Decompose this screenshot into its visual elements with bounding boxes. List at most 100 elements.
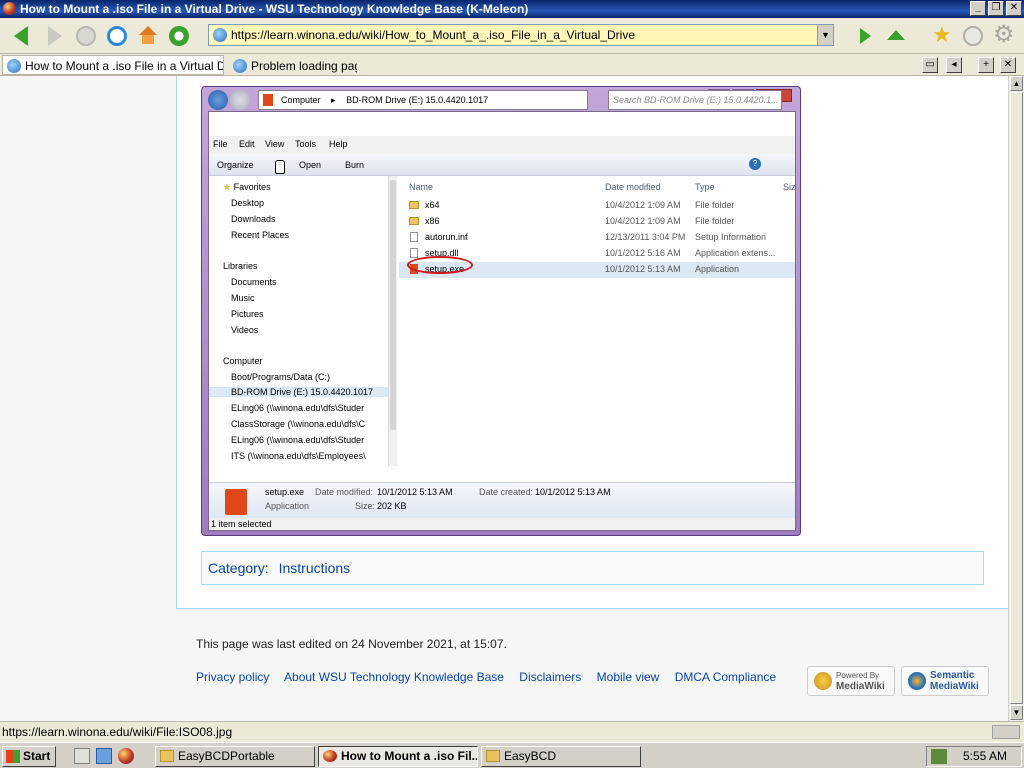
close-tab-icon[interactable]: ✕ bbox=[1000, 57, 1016, 73]
ex-menu-edit: Edit bbox=[239, 139, 255, 149]
network-icon[interactable] bbox=[931, 749, 947, 764]
ex-col-type: Type bbox=[695, 182, 715, 192]
clock: 5:55 AM bbox=[962, 749, 1007, 763]
mobile-view-link[interactable]: Mobile view bbox=[597, 670, 660, 684]
ex-nav-item: Videos bbox=[231, 325, 259, 335]
ex-forward-icon bbox=[230, 90, 250, 110]
ex-nav-item: Boot/Programs/Data (C:) bbox=[231, 372, 331, 382]
file-icon bbox=[410, 248, 418, 258]
tab-label: How to Mount a .iso File in a Virtual Dr… bbox=[25, 59, 224, 73]
ex-col-name: Name bbox=[409, 182, 434, 192]
stop-icon[interactable] bbox=[74, 24, 98, 48]
ex-navigation-pane: ★ Favorites Desktop Downloads Recent Pla… bbox=[209, 176, 389, 466]
dmca-link[interactable]: DMCA Compliance bbox=[675, 670, 776, 684]
show-desktop-icon[interactable] bbox=[74, 748, 90, 764]
restore-button[interactable]: ❐ bbox=[988, 1, 1004, 16]
kmeleon-quicklaunch-icon[interactable] bbox=[118, 748, 134, 764]
folder-icon bbox=[160, 750, 174, 762]
scroll-down-icon[interactable]: ▼ bbox=[1010, 705, 1023, 720]
ex-menu-tools: Tools bbox=[295, 139, 317, 149]
bookmark-star-icon[interactable]: ★ bbox=[930, 24, 954, 48]
task-easybcdportable[interactable]: EasyBCDPortable bbox=[155, 746, 315, 767]
page-scrollbar[interactable]: ▲ ▼ bbox=[1008, 76, 1024, 721]
ex-open: Open bbox=[299, 160, 322, 170]
ex-menu-file: File bbox=[213, 139, 228, 149]
forward-icon[interactable] bbox=[42, 24, 66, 48]
ex-detail-size-label: Size: bbox=[355, 501, 376, 511]
ex-menu-help: Help bbox=[329, 139, 348, 149]
back-icon[interactable] bbox=[10, 24, 34, 48]
windows-taskbar: Start EasyBCDPortable How to Mount a .is… bbox=[0, 742, 1024, 768]
ex-nav-item: Documents bbox=[231, 277, 277, 287]
explorer-quicklaunch-icon[interactable] bbox=[96, 748, 112, 764]
ex-detail-created-label: Date created: bbox=[479, 487, 534, 497]
tab-prev-icon[interactable]: ◂ bbox=[946, 57, 962, 73]
powered-by-mediawiki-badge[interactable]: Powered By MediaWiki bbox=[807, 666, 895, 696]
up-icon[interactable] bbox=[884, 24, 908, 48]
task-easybcd[interactable]: EasyBCD bbox=[481, 746, 641, 767]
ex-back-icon bbox=[208, 90, 228, 110]
ex-nav-item-selected: BD-ROM Drive (E:) 15.0.4420.1017 bbox=[209, 387, 388, 397]
page-viewport: – □ ✕ Computer ▸ BD-ROM Drive (E:) 15.0.… bbox=[0, 76, 1008, 721]
window-title: How to Mount a .iso File in a Virtual Dr… bbox=[20, 2, 529, 16]
ex-details-pane: setup.exe Application Date modified: 10/… bbox=[209, 482, 795, 518]
folder-icon bbox=[409, 217, 419, 225]
scroll-thumb[interactable] bbox=[1010, 92, 1023, 704]
start-label: Start bbox=[23, 749, 51, 763]
ex-nav-computer: Computer bbox=[223, 356, 263, 366]
disclaimers-link[interactable]: Disclaimers bbox=[519, 670, 581, 684]
ex-nav-libraries: Libraries bbox=[223, 261, 258, 271]
home-icon[interactable] bbox=[136, 24, 160, 48]
about-link[interactable]: About WSU Technology Knowledge Base bbox=[284, 670, 504, 684]
category-instructions-link[interactable]: Instructions bbox=[279, 560, 351, 576]
ex-nav-item: ELing06 (\\winona.edu\dfs\Studer bbox=[231, 403, 365, 413]
ex-breadcrumb: Computer ▸ BD-ROM Drive (E:) 15.0.4420.1… bbox=[258, 90, 588, 110]
go-circle-icon[interactable] bbox=[167, 24, 191, 48]
tab-problem-loading[interactable]: Problem loading page bbox=[228, 55, 358, 75]
go-icon[interactable] bbox=[854, 24, 878, 48]
ex-status-bar: 1 item selected bbox=[209, 518, 795, 530]
folder-icon bbox=[409, 201, 419, 209]
mediawiki-logo-icon bbox=[814, 672, 832, 690]
reload-icon[interactable] bbox=[105, 24, 129, 48]
close-button[interactable]: ✕ bbox=[1006, 1, 1022, 16]
privacy-policy-link[interactable]: Privacy policy bbox=[196, 670, 269, 684]
folder-icon bbox=[486, 750, 500, 762]
new-tab-icon[interactable]: + bbox=[978, 57, 994, 73]
ex-nav-item: Recent Places bbox=[231, 230, 290, 240]
office-icon bbox=[263, 94, 273, 106]
ex-nav-item: ClassStorage (\\winona.edu\dfs\C bbox=[231, 419, 366, 429]
ex-nav-item: Music bbox=[231, 293, 255, 303]
ex-nav-item: Pictures bbox=[231, 309, 264, 319]
ex-menu-view: View bbox=[265, 139, 285, 149]
start-button[interactable]: Start bbox=[2, 746, 56, 767]
scroll-up-icon[interactable]: ▲ bbox=[1010, 76, 1023, 91]
ex-help-icon: ? bbox=[749, 158, 761, 170]
windows-flag-icon bbox=[6, 750, 20, 763]
ex-file-row: autorun.inf 12/13/2011 3:04 PM Setup Inf… bbox=[399, 230, 795, 246]
footer-links: Privacy policy About WSU Technology Know… bbox=[196, 670, 788, 684]
category-label-link[interactable]: Category: bbox=[208, 560, 269, 576]
browser-status-bar: https://learn.winona.edu/wiki/File:ISO08… bbox=[0, 721, 1024, 742]
ex-file-row: x86 10/4/2012 1:09 AM File folder bbox=[399, 214, 795, 230]
tab-bar: How to Mount a .iso File in a Virtual Dr… bbox=[0, 54, 1024, 76]
semantic-mediawiki-badge[interactable]: Semantic MediaWiki bbox=[901, 666, 989, 696]
tab-how-to-mount[interactable]: How to Mount a .iso File in a Virtual Dr… bbox=[2, 55, 224, 75]
task-kmeleon[interactable]: How to Mount a .iso Fil... bbox=[318, 746, 478, 767]
url-dropdown-icon[interactable]: ▼ bbox=[817, 25, 833, 45]
navigation-toolbar: https://learn.winona.edu/wiki/How_to_Mou… bbox=[0, 18, 1024, 54]
gear-icon[interactable]: ⚙ bbox=[992, 22, 1016, 48]
ex-nav-scrollbar bbox=[389, 176, 397, 466]
ex-col-date: Date modified bbox=[605, 182, 661, 192]
compass-icon[interactable] bbox=[961, 24, 985, 48]
url-text[interactable]: https://learn.winona.edu/wiki/How_to_Mou… bbox=[231, 25, 635, 45]
ex-nav-item: ELing06 (\\winona.edu\dfs\Studer bbox=[231, 435, 365, 445]
explorer-screenshot-image[interactable]: – □ ✕ Computer ▸ BD-ROM Drive (E:) 15.0.… bbox=[201, 86, 801, 536]
minimize-button[interactable]: _ bbox=[970, 1, 986, 16]
site-globe-icon bbox=[213, 28, 227, 42]
ex-burn: Burn bbox=[345, 160, 365, 170]
ex-col-size: Siz bbox=[783, 182, 795, 192]
address-bar[interactable]: https://learn.winona.edu/wiki/How_to_Mou… bbox=[208, 24, 834, 46]
tab-list-icon[interactable]: ▭ bbox=[922, 57, 938, 73]
ex-command-bar: Organize Open Burn ? bbox=[209, 154, 795, 176]
